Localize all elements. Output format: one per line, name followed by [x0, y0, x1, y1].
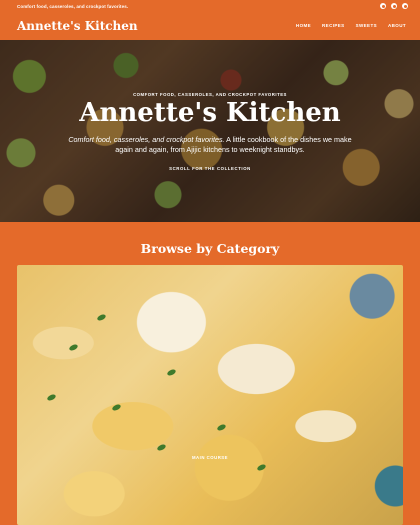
herb-garnish [156, 443, 167, 452]
herb-garnish [111, 403, 122, 412]
hero-content: COMFORT FOOD, CASSEROLES, AND CROCKPOT F… [0, 40, 420, 222]
herb-garnish [96, 313, 107, 322]
pinterest-icon[interactable] [391, 3, 397, 9]
herb-garnish [166, 368, 177, 377]
scroll-link[interactable]: SCROLL FOR THE COLLECTION [0, 166, 420, 171]
instagram-icon[interactable] [380, 3, 386, 9]
hero-banner: COMFORT FOOD, CASSEROLES, AND CROCKPOT F… [0, 40, 420, 222]
top-tagline: Comfort food, casseroles, and crockpot f… [17, 4, 129, 9]
nav-about[interactable]: ABOUT [388, 23, 406, 28]
site-logo[interactable]: Annette's Kitchen [17, 19, 138, 33]
hero-title: Annette's Kitchen [79, 98, 341, 128]
main-nav: HOME RECIPES SWEETS ABOUT [296, 23, 406, 28]
nav-recipes[interactable]: RECIPES [322, 23, 345, 28]
herb-garnish [68, 343, 79, 352]
hero-desc-italic: Comfort food, casseroles, and crockpot f… [68, 135, 225, 144]
category-card-main-course[interactable]: MAIN COURSE [17, 265, 403, 525]
hero-kicker: COMFORT FOOD, CASSEROLES, AND CROCKPOT F… [133, 92, 287, 97]
browse-heading: Browse by Category [140, 241, 280, 256]
herb-garnish [216, 423, 227, 432]
hero-description: Comfort food, casseroles, and crockpot f… [65, 135, 355, 155]
social-links [380, 3, 408, 9]
herb-garnish [46, 393, 57, 402]
nav-sweets[interactable]: SWEETS [356, 23, 377, 28]
herb-garnish [256, 463, 267, 472]
nav-home[interactable]: HOME [296, 23, 311, 28]
facebook-icon[interactable] [402, 3, 408, 9]
category-label: MAIN COURSE [191, 455, 229, 460]
top-bar: Comfort food, casseroles, and crockpot f… [0, 0, 420, 12]
site-header: Annette's Kitchen HOME RECIPES SWEETS AB… [0, 12, 420, 40]
